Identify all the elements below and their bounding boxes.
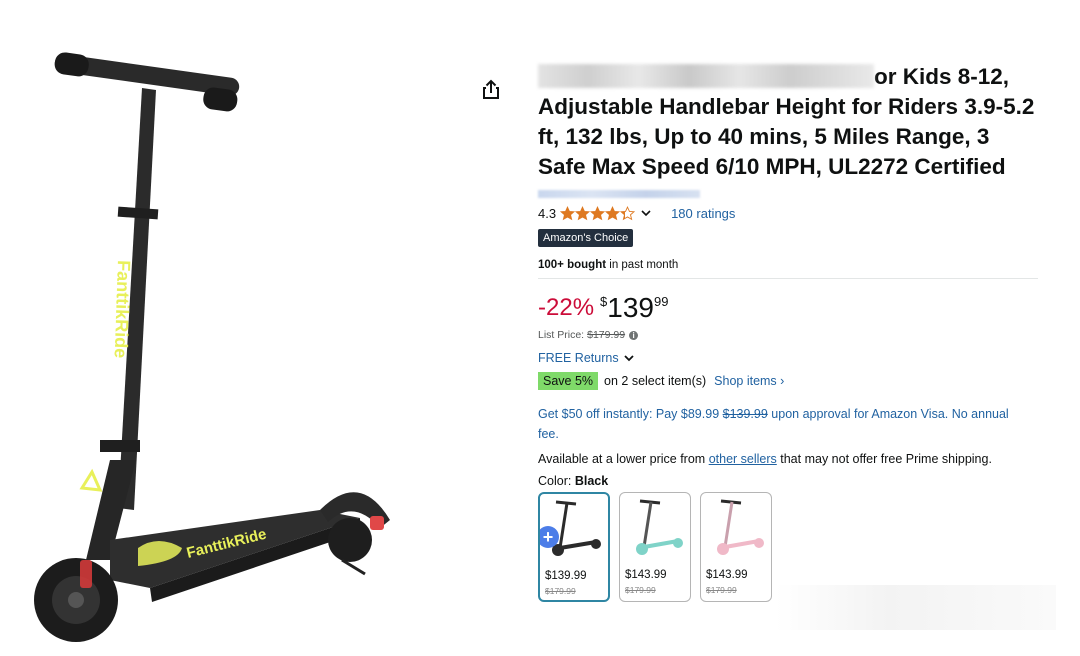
star-icon bbox=[575, 205, 591, 220]
swatch-teal[interactable]: $143.99 $179.99 bbox=[619, 492, 691, 602]
color-value: Black bbox=[574, 474, 609, 488]
shop-items-link[interactable]: Shop items › bbox=[714, 374, 784, 388]
other-sellers-link[interactable]: other sellers bbox=[709, 452, 777, 466]
price-whole: 139 bbox=[607, 292, 654, 323]
title-line-2: Adjustable Handlebar Height for Riders 3… bbox=[538, 94, 1035, 119]
share-icon[interactable] bbox=[480, 78, 502, 102]
chevron-down-icon[interactable] bbox=[641, 208, 651, 218]
chevron-down-icon[interactable] bbox=[623, 353, 635, 363]
divider bbox=[538, 278, 1038, 279]
rating-value: 4.3 bbox=[538, 205, 557, 221]
star-icon bbox=[620, 205, 636, 220]
price-block: -22% $ 139 99 bbox=[538, 293, 1038, 323]
swatch-pink[interactable]: $143.99 $179.99 bbox=[700, 492, 772, 602]
availability-text: Available at a lower price from other se… bbox=[538, 452, 992, 466]
star-icon bbox=[590, 205, 606, 220]
coupon-text: on 2 select item(s) bbox=[604, 374, 707, 388]
bought-in-past-month: 100+ bought in past month bbox=[538, 259, 679, 271]
info-icon[interactable]: i bbox=[629, 330, 639, 340]
faded-overflow bbox=[776, 585, 1056, 630]
product-info: or Kids 8-12, Adjustable Handlebar Heigh… bbox=[538, 62, 1038, 602]
redacted-store-link[interactable] bbox=[538, 190, 700, 198]
redacted-brand bbox=[538, 64, 874, 88]
title-line-4: Safe Max Speed 6/10 MPH, UL2272 Certifie… bbox=[538, 154, 1006, 179]
amazons-choice-badge: Amazon's Choice bbox=[538, 229, 634, 247]
free-returns-link[interactable]: FREE Returns bbox=[538, 351, 1038, 365]
swatch-thumbnail bbox=[717, 499, 764, 555]
add-icon[interactable]: + bbox=[540, 526, 559, 548]
ratings-count-link[interactable]: 180 ratings bbox=[671, 206, 735, 221]
price-fraction: 99 bbox=[653, 294, 669, 309]
product-title[interactable]: or Kids 8-12, Adjustable Handlebar Heigh… bbox=[538, 62, 1038, 182]
rating-row: 4.3 180 ratings bbox=[538, 204, 1038, 222]
star-icon bbox=[605, 205, 621, 220]
coupon-row: Save 5% on 2 select item(s) Shop items › bbox=[538, 372, 1038, 390]
product-image[interactable]: FanttikRide FanttikRide bbox=[20, 40, 440, 651]
discount-percent: -22% bbox=[538, 294, 595, 321]
price-currency: $ bbox=[600, 294, 608, 309]
swatch-thumbnail bbox=[636, 499, 683, 555]
stem-brand-text: FanttikRide bbox=[111, 260, 134, 359]
star-icon bbox=[560, 205, 576, 220]
save-badge: Save 5% bbox=[538, 372, 599, 390]
title-line-1: or Kids 8-12, bbox=[874, 64, 1010, 89]
swatch-black[interactable]: + $139.99 $179.99 bbox=[538, 492, 610, 602]
list-price: List Price: $179.99 i bbox=[538, 329, 1038, 341]
color-label: Color: Black bbox=[538, 474, 609, 488]
scooter-illustration: FanttikRide FanttikRide bbox=[34, 52, 390, 642]
title-line-3: ft, 132 lbs, Up to 40 mins, 5 Miles Rang… bbox=[538, 124, 990, 149]
card-offer-link[interactable]: Get $50 off instantly: Pay $89.99 $139.9… bbox=[538, 404, 1028, 444]
star-rating-icon[interactable] bbox=[560, 205, 636, 221]
